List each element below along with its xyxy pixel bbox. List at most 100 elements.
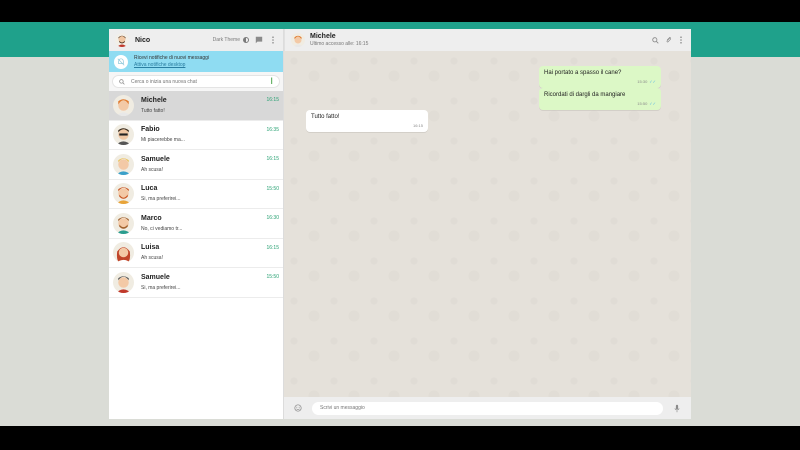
sidebar-header: Nico Dark Theme <box>109 29 283 51</box>
page-background: Nico Dark Theme Ricevi notifiche di nuov… <box>0 22 800 426</box>
avatar <box>113 124 134 146</box>
chat-name: Samuele <box>141 155 170 163</box>
message-bubble-outgoing: Ricordati di dargli da mangiare 15:50 ✓✓ <box>539 88 661 110</box>
chat-item-body: Fabio 16:35 Mi piacerebbe ma... <box>141 126 279 143</box>
chat-preview: No, ci vediamo tr... <box>141 225 183 232</box>
message-input[interactable] <box>312 401 663 415</box>
search-input[interactable] <box>131 78 265 85</box>
chat-time: 16:15 <box>266 244 279 251</box>
dark-theme-label: Dark Theme <box>212 37 240 43</box>
chat-time: 15:50 <box>266 185 279 192</box>
chat-item-body: Samuele 15:50 Si, ma preferirei... <box>141 274 279 291</box>
conversation-panel: Michele Ultimo accesso alle: 16:15 Hai p… <box>284 29 691 419</box>
chat-icon[interactable] <box>255 36 263 44</box>
chat-item-michele[interactable]: Michele 16:15 Tutto fatto! <box>109 91 283 121</box>
message-text: Hai portato a spasso il cane? <box>544 70 622 76</box>
chat-item-fabio[interactable]: Fabio 16:35 Mi piacerebbe ma... <box>109 120 283 150</box>
message-area: Hai portato a spasso il cane? 15:30 ✓✓ R… <box>284 51 691 397</box>
chat-preview: Mi piacerebbe ma... <box>141 137 185 144</box>
chat-time: 16:30 <box>266 215 279 222</box>
letterbox-top <box>0 0 800 22</box>
sidebar: Nico Dark Theme Ricevi notifiche di nuov… <box>109 29 284 419</box>
microphone-icon[interactable] <box>673 404 681 412</box>
chat-item-body: Luisa 16:15 Ah scusa! <box>141 244 279 261</box>
last-seen: Ultimo accesso alle: 16:15 <box>310 41 369 47</box>
chat-preview: Tutto fatto! <box>141 107 165 114</box>
chat-item-body: Michele 16:15 Tutto fatto! <box>141 97 279 114</box>
message-bubble-outgoing: Hai portato a spasso il cane? 15:30 ✓✓ <box>539 66 661 88</box>
chat-item-top: Luca 15:50 <box>141 185 279 192</box>
chat-item-body: Luca 15:50 Si, ma preferirei... <box>141 185 279 202</box>
chat-name: Luca <box>141 185 158 193</box>
chat-item-top: Michele 16:15 <box>141 97 279 104</box>
avatar <box>113 183 134 205</box>
chat-item-luisa[interactable]: Luisa 16:15 Ah scusa! <box>109 238 283 268</box>
avatar <box>113 271 134 293</box>
chat-time: 16:35 <box>266 126 279 133</box>
chat-item-body: Samuele 16:15 Ah scusa! <box>141 156 279 173</box>
bell-off-icon <box>114 54 128 69</box>
message-text: Tutto fatto! <box>311 114 340 120</box>
user-name: Nico <box>135 36 151 44</box>
chat-name: Samuele <box>141 273 170 281</box>
message-text: Ricordati di dargli da mangiare <box>544 92 626 98</box>
message-time: 16:15 <box>412 123 423 128</box>
chat-item-marco[interactable]: Marco 16:30 No, ci vediamo tr... <box>109 209 283 239</box>
chat-preview: Ah scusa! <box>141 166 163 173</box>
user-avatar[interactable] <box>115 33 129 47</box>
chat-item-body: Marco 16:30 No, ci vediamo tr... <box>141 215 279 232</box>
chat-time: 16:15 <box>266 156 279 163</box>
letterbox-bottom <box>0 426 800 450</box>
message-bubble-incoming: Tutto fatto! 16:15 <box>306 110 428 132</box>
avatar <box>113 212 134 234</box>
chat-list: Michele 16:15 Tutto fatto! Fabio 16:35 M… <box>109 91 283 419</box>
contact-info[interactable]: Michele Ultimo accesso alle: 16:15 <box>310 33 646 47</box>
menu-dots-icon[interactable] <box>677 36 685 44</box>
message-meta: 15:50 ✓✓ <box>544 101 656 106</box>
text-cursor-icon: Ι <box>270 76 273 87</box>
conversation-header: Michele Ultimo accesso alle: 16:15 <box>284 29 691 51</box>
chat-item-top: Marco 16:30 <box>141 215 279 222</box>
search-icon <box>119 78 125 85</box>
double-check-icon: ✓✓ <box>649 101 656 106</box>
chat-item-top: Samuele 16:15 <box>141 156 279 163</box>
chat-item-top: Fabio 16:35 <box>141 126 279 133</box>
chat-preview: Si, ma preferirei... <box>141 196 181 203</box>
notification-banner: Ricevi notifiche di nuovi messaggi Attiv… <box>109 51 283 72</box>
avatar <box>113 242 134 264</box>
chat-preview: Ah scusa! <box>141 255 163 262</box>
chat-item-top: Samuele 15:50 <box>141 274 279 281</box>
chat-item-samuele[interactable]: Samuele 16:15 Ah scusa! <box>109 150 283 180</box>
contact-name: Michele <box>310 33 336 40</box>
message-composer <box>284 397 691 419</box>
chat-item-luca[interactable]: Luca 15:50 Si, ma preferirei... <box>109 179 283 209</box>
dark-theme-toggle[interactable]: Dark Theme <box>213 37 249 43</box>
chat-time: 15:50 <box>266 274 279 281</box>
chat-app-window: Nico Dark Theme Ricevi notifiche di nuov… <box>109 29 691 419</box>
menu-dots-icon[interactable] <box>269 36 277 44</box>
conversation-actions <box>651 36 685 44</box>
chat-name: Luisa <box>141 244 160 252</box>
half-circle-icon <box>243 37 249 43</box>
search-bar: Ι <box>109 72 283 91</box>
message-time: 15:50 <box>637 101 648 106</box>
chat-name: Fabio <box>141 126 160 134</box>
message-meta: 15:30 ✓✓ <box>544 79 656 84</box>
message-meta: 16:15 <box>311 123 423 128</box>
message-time: 15:30 <box>637 79 648 84</box>
attach-icon[interactable] <box>664 36 672 44</box>
avatar <box>113 94 134 116</box>
chat-item-samuele-2[interactable]: Samuele 15:50 Si, ma preferirei... <box>109 268 283 298</box>
double-check-icon: ✓✓ <box>649 79 656 84</box>
enable-notifications-link[interactable]: Attiva notifiche desktop <box>134 62 209 68</box>
search-box[interactable]: Ι <box>112 75 280 88</box>
emoji-icon[interactable] <box>294 404 302 412</box>
search-icon[interactable] <box>651 36 659 44</box>
chat-time: 16:15 <box>266 97 279 104</box>
contact-avatar[interactable] <box>291 33 305 47</box>
chat-item-top: Luisa 16:15 <box>141 244 279 251</box>
avatar <box>113 153 134 175</box>
chat-name: Marco <box>141 214 162 222</box>
chat-preview: Si, ma preferirei... <box>141 284 181 291</box>
chat-name: Michele <box>141 96 167 104</box>
